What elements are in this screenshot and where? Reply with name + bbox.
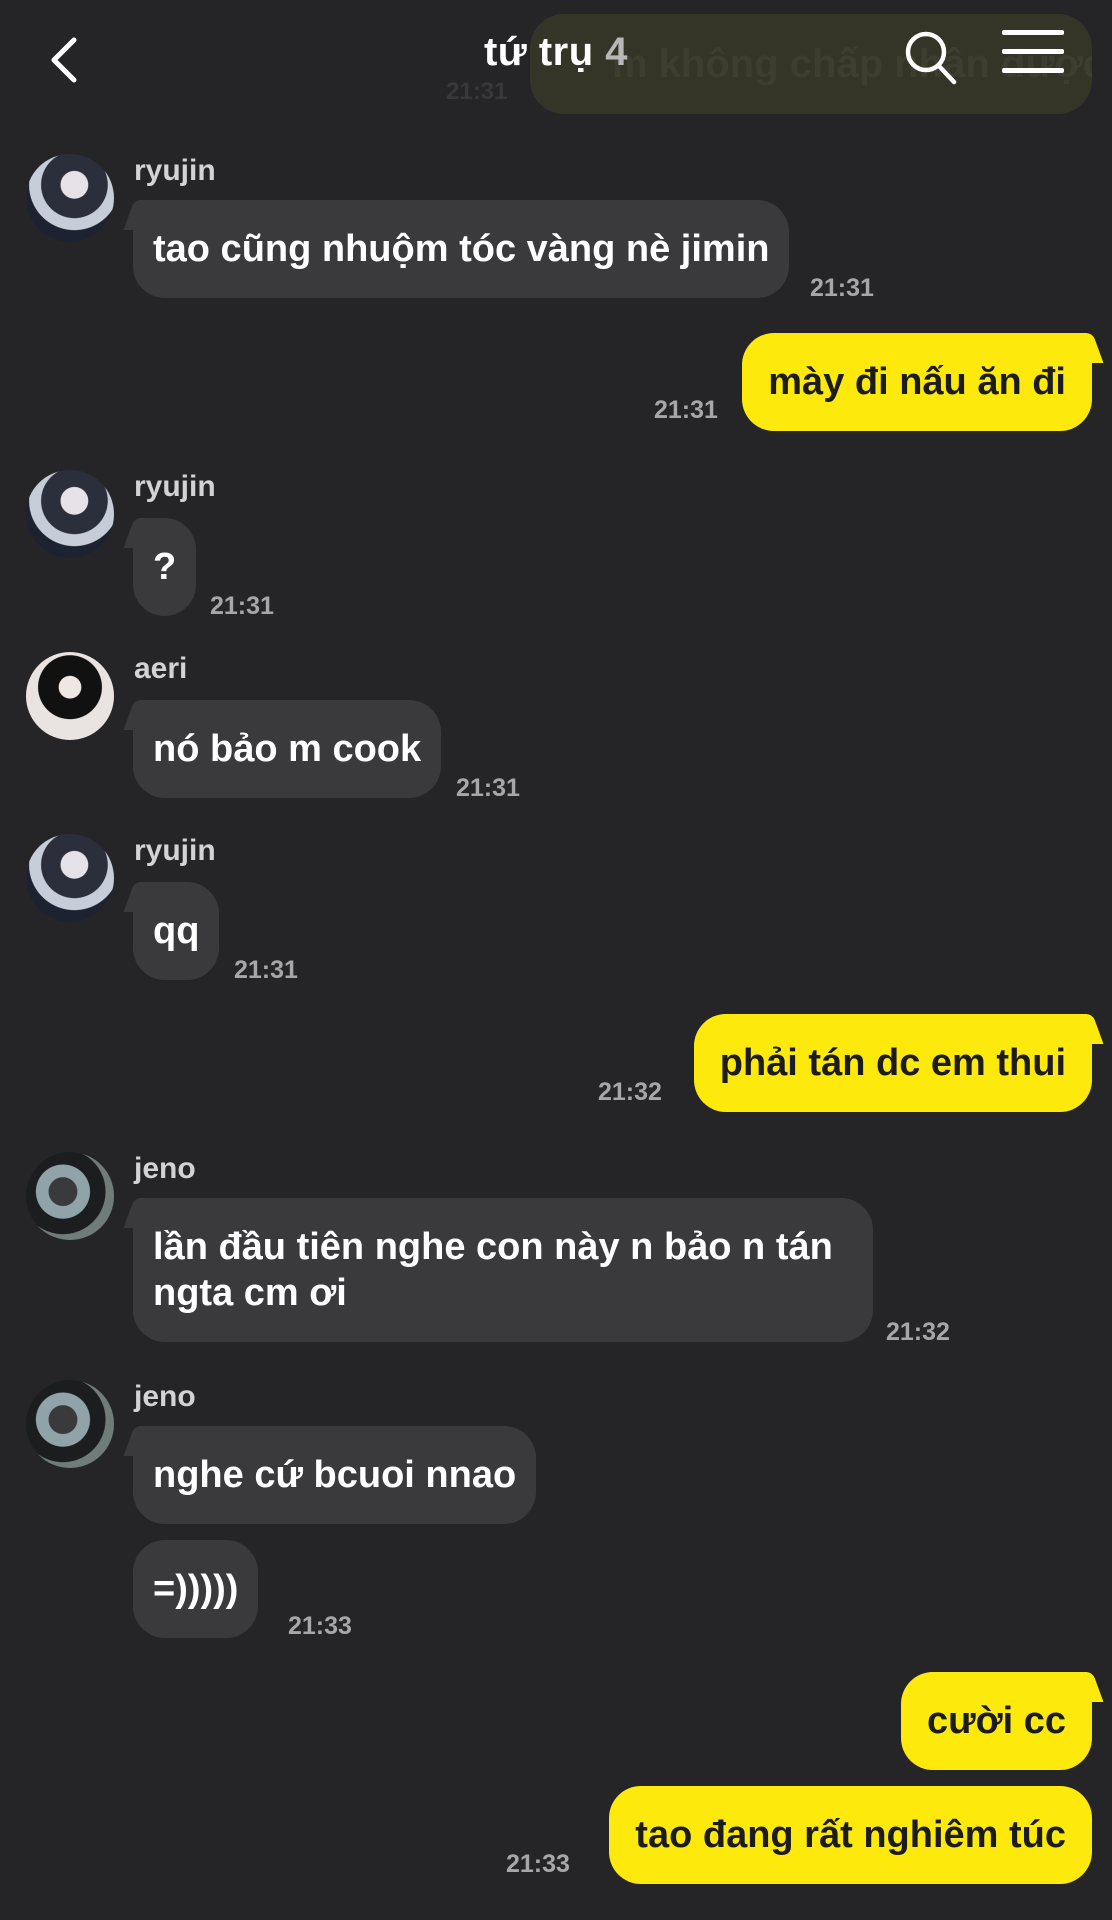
avatar-ryujin[interactable]	[26, 834, 114, 922]
avatar-ryujin[interactable]	[26, 154, 114, 242]
avatar-jeno[interactable]	[26, 1152, 114, 1240]
message-bubble[interactable]: nó bảo m cook	[133, 700, 442, 798]
member-count: 4	[605, 30, 629, 74]
message-time: 21:31	[456, 774, 520, 802]
menu-button[interactable]	[1002, 30, 1064, 86]
message-bubble[interactable]: nghe cứ bcuoi nnao	[133, 1426, 537, 1524]
chat-title-name: tứ trụ	[483, 30, 594, 74]
message-time: 21:32	[598, 1078, 662, 1106]
avatar-jeno[interactable]	[26, 1380, 114, 1468]
ghost-timestamp: 21:31	[446, 78, 508, 105]
search-button[interactable]	[900, 26, 960, 90]
message-time: 21:31	[210, 592, 274, 620]
message-bubble-sent[interactable]: mày đi nấu ăn đi	[742, 333, 1092, 431]
avatar-aeri[interactable]	[26, 652, 114, 740]
avatar-ryujin[interactable]	[26, 470, 114, 558]
sender-name: jeno	[134, 1380, 196, 1413]
sender-name: aeri	[134, 652, 188, 685]
message-time: 21:31	[654, 396, 718, 424]
sender-name: ryujin	[134, 834, 216, 867]
sender-name: jeno	[134, 1152, 196, 1185]
sender-name: ryujin	[134, 154, 216, 187]
menu-icon-bar	[1002, 30, 1064, 35]
message-time: 21:32	[886, 1318, 950, 1346]
message-bubble[interactable]: ?	[133, 518, 197, 616]
message-line: ngta cm ơi	[153, 1272, 347, 1314]
message-bubble[interactable]: lần đầu tiên nghe con này n bảo n tán ng…	[133, 1198, 873, 1342]
sender-name: ryujin	[134, 470, 216, 503]
message-bubble[interactable]: tao cũng nhuộm tóc vàng nè jimin	[133, 200, 790, 298]
message-bubble[interactable]: =)))))	[133, 1540, 259, 1638]
message-time: 21:31	[810, 274, 874, 302]
chat-screen: { "header": { "title": "tứ trụ", "title_…	[0, 0, 1112, 1920]
message-bubble-sent[interactable]: tao đang rất nghiêm túc	[609, 1786, 1092, 1884]
message-time: 21:31	[234, 956, 298, 984]
message-time: 21:33	[506, 1850, 570, 1878]
message-bubble-sent[interactable]: phải tán dc em thui	[693, 1014, 1092, 1112]
message-bubble[interactable]: qq	[133, 882, 220, 980]
message-bubble-sent[interactable]: cười cc	[900, 1672, 1092, 1770]
message-line: lần đầu tiên nghe con này n bảo n tán	[153, 1226, 833, 1268]
search-icon	[905, 31, 957, 85]
message-time: 21:33	[288, 1612, 352, 1640]
menu-icon-bar	[1002, 68, 1064, 73]
menu-icon-bar	[1002, 49, 1064, 54]
